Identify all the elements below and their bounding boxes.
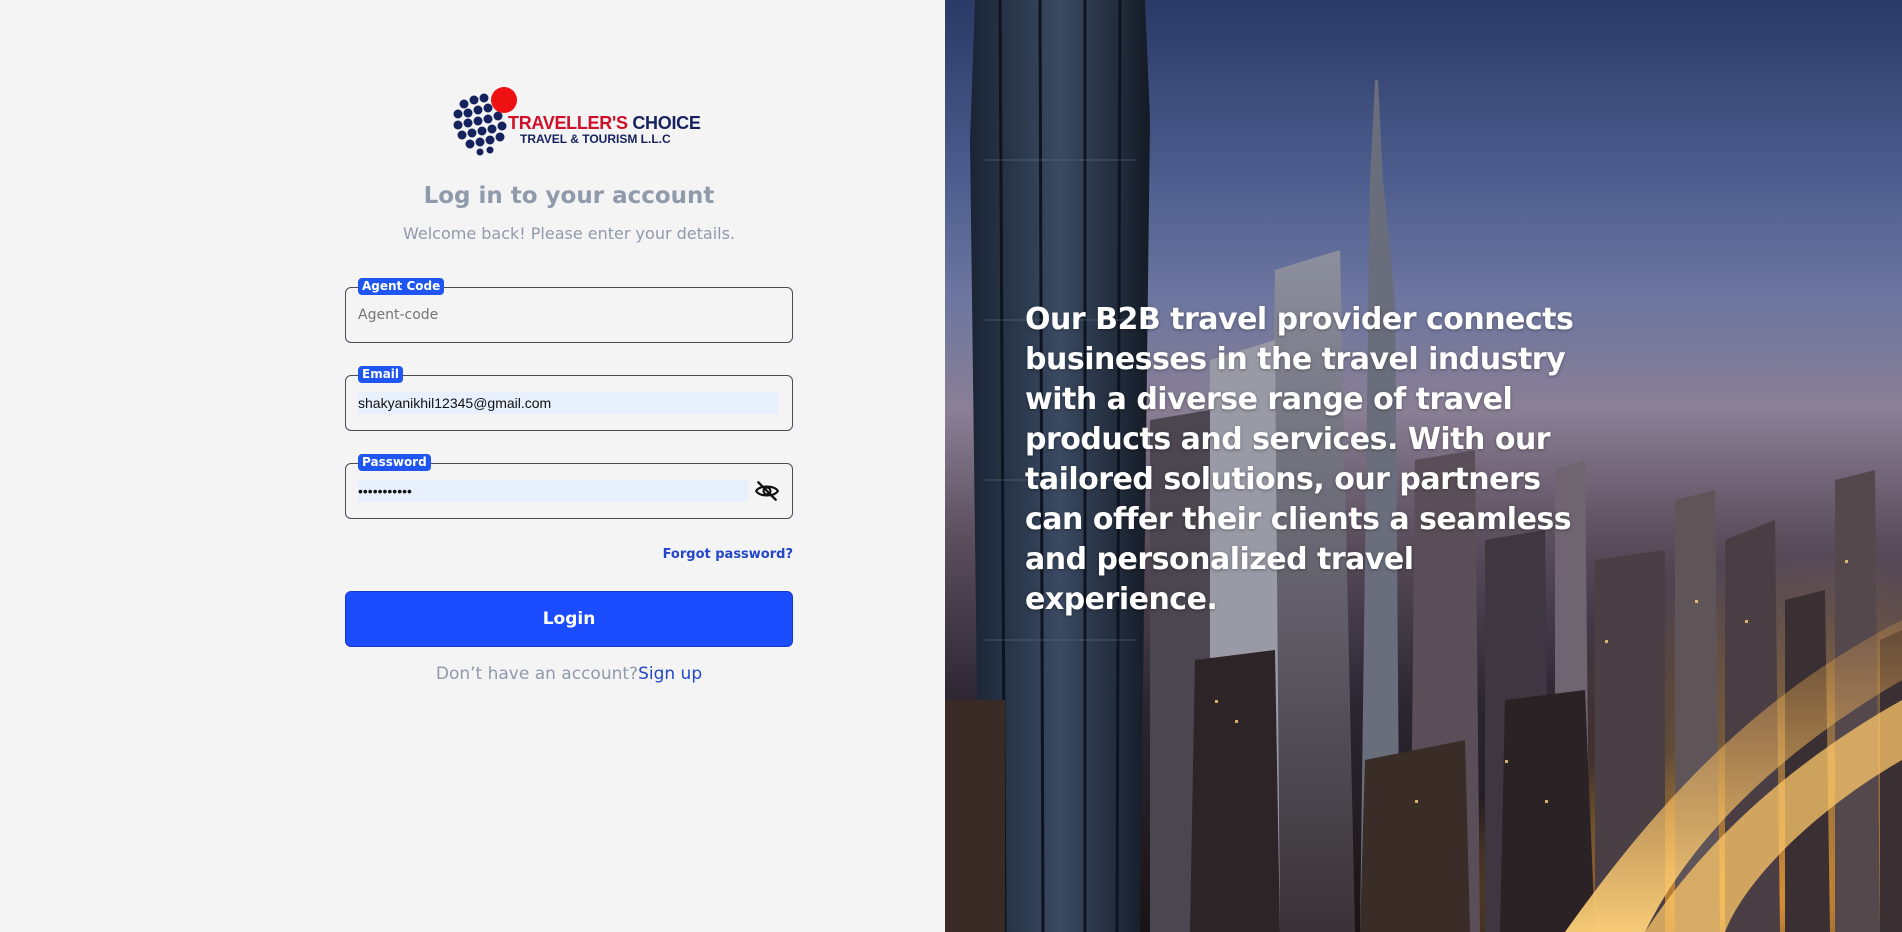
logo-red-dot xyxy=(491,87,517,113)
password-field: Password xyxy=(345,454,793,519)
hero-tagline: Our B2B travel provider connects busines… xyxy=(1025,302,1574,617)
logo-tagline: TRAVEL & TOURISM L.L.C xyxy=(520,132,671,146)
agent-code-field: Agent Code xyxy=(345,278,793,343)
login-button[interactable]: Login xyxy=(345,591,793,647)
logo-word-navy: CHOICE xyxy=(632,113,701,133)
password-label: Password xyxy=(358,454,431,471)
email-label: Email xyxy=(358,366,404,383)
company-logo: TRAVELLER'S CHOICE TRAVEL & TOURISM L.L.… xyxy=(450,86,701,156)
agent-code-input[interactable] xyxy=(358,304,778,326)
logo-wordmark: TRAVELLER'S CHOICE xyxy=(508,113,701,134)
logo-word-red: TRAVELLER'S xyxy=(508,113,628,133)
signup-link[interactable]: Sign up xyxy=(638,664,702,684)
email-field: Email xyxy=(345,366,793,431)
forgot-password-link[interactable]: Forgot password? xyxy=(600,547,793,562)
password-input[interactable] xyxy=(358,480,748,502)
eye-off-icon[interactable] xyxy=(754,478,780,504)
agent-code-label: Agent Code xyxy=(358,278,445,295)
login-panel: TRAVELLER'S CHOICE TRAVEL & TOURISM L.L.… xyxy=(0,0,945,932)
email-input[interactable] xyxy=(358,392,778,414)
signup-prompt: Don’t have an account? xyxy=(435,664,639,684)
